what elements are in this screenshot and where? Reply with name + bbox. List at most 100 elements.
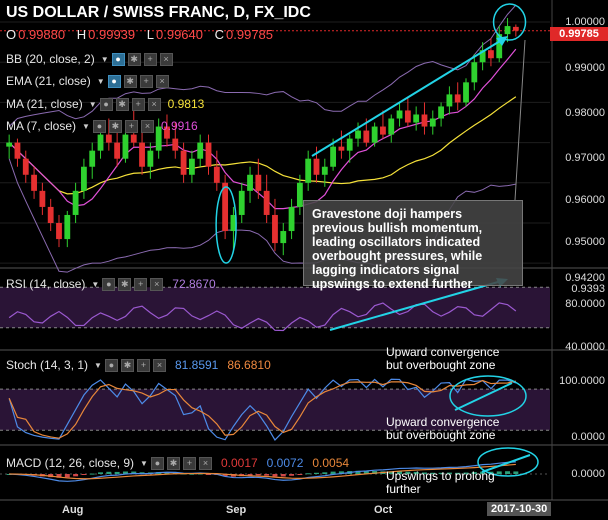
close-icon[interactable]: ×	[147, 97, 161, 111]
candle-body	[471, 62, 478, 83]
indicator-ma21[interactable]: MA (21, close) ▼ ● ✱ + × 0.9813	[6, 97, 204, 111]
eye-icon[interactable]: ●	[99, 97, 113, 111]
macd-tick-label: 0.0000	[571, 468, 605, 480]
candle-body	[139, 142, 145, 167]
ma7-value: 0.9916	[160, 119, 198, 133]
candle-body	[388, 118, 395, 135]
candle-body	[130, 134, 137, 143]
gear-icon[interactable]: ✱	[120, 358, 134, 372]
rsi-annotation: Upward convergence but overbought zone	[386, 345, 500, 372]
candle-body	[89, 150, 96, 167]
add-icon[interactable]: +	[131, 97, 145, 111]
last-price-tag: 0.99785	[550, 27, 608, 41]
ohlc-readout: O 0.99880 H 0.99939 L 0.99640 C 0.99785	[6, 27, 281, 42]
candle-body	[421, 114, 428, 127]
chevron-down-icon[interactable]: ▼	[140, 459, 148, 468]
macd-histogram-bar	[513, 471, 519, 474]
chevron-down-icon[interactable]: ▼	[89, 100, 97, 109]
macd-histogram-bar	[73, 474, 79, 477]
eye-icon[interactable]: ●	[107, 74, 121, 88]
candle-body	[188, 158, 195, 175]
candle-body	[321, 166, 328, 175]
stoch-label: Stoch (14, 3, 1)	[6, 358, 89, 372]
macd-histogram-bar	[89, 473, 95, 475]
candle-body	[147, 150, 154, 167]
low-value: 0.99640	[156, 27, 203, 42]
rsi-value: 72.8670	[172, 277, 216, 291]
macd-histogram-bar	[272, 474, 278, 477]
macd-histogram-bar	[255, 474, 261, 476]
macd-histogram-bar	[322, 472, 328, 474]
close-icon[interactable]: ×	[152, 358, 166, 372]
eye-icon[interactable]: ●	[150, 456, 164, 470]
gear-icon[interactable]: ✱	[127, 52, 141, 66]
chevron-down-icon[interactable]: ▼	[82, 122, 90, 131]
macd-histogram-bar	[280, 474, 286, 477]
eye-icon[interactable]: ●	[104, 358, 118, 372]
macd-histogram-bar	[297, 474, 303, 475]
candle-body	[122, 134, 129, 159]
gear-icon[interactable]: ✱	[166, 456, 180, 470]
indicator-ma7[interactable]: MA (7, close) ▼ ● ✱ + × 0.9916	[6, 119, 198, 133]
gear-icon[interactable]: ✱	[123, 74, 137, 88]
add-icon[interactable]: +	[182, 456, 196, 470]
candle-body	[72, 190, 79, 215]
gear-icon[interactable]: ✱	[115, 97, 129, 111]
add-icon[interactable]: +	[139, 74, 153, 88]
candle-body	[454, 94, 461, 103]
gear-icon[interactable]: ✱	[108, 119, 122, 133]
indicator-ema[interactable]: EMA (21, close) ▼ ● ✱ + ×	[6, 74, 169, 88]
indicator-stoch[interactable]: Stoch (14, 3, 1) ▼ ● ✱ + × 81.8591 86.6810	[6, 358, 271, 372]
indicator-macd[interactable]: MACD (12, 26, close, 9) ▼ ● ✱ + × 0.0017 0.0…	[6, 456, 349, 470]
candle-body	[404, 110, 411, 123]
chevron-down-icon[interactable]: ▼	[101, 55, 109, 64]
macd-histogram-bar	[314, 472, 319, 474]
eye-icon[interactable]: ●	[92, 119, 106, 133]
chevron-down-icon[interactable]: ▼	[94, 361, 102, 370]
candle-body	[280, 231, 287, 244]
chevron-down-icon[interactable]: ▼	[91, 280, 99, 289]
macd-histogram-bar	[81, 474, 87, 475]
eye-icon[interactable]: ●	[111, 52, 125, 66]
candle-body	[114, 142, 121, 159]
close-icon[interactable]: ×	[198, 456, 212, 470]
chart-title: US DOLLAR / SWISS FRANC, D, FX_IDC	[6, 4, 311, 21]
add-icon[interactable]: +	[143, 52, 157, 66]
add-icon[interactable]: +	[136, 358, 150, 372]
close-value: 0.99785	[226, 27, 274, 42]
indicator-rsi[interactable]: RSI (14, close) ▼ ● ✱ + × 72.8670	[6, 277, 216, 291]
macd-annotation: Upswings to prolong further	[386, 469, 495, 496]
high-key: H	[76, 27, 87, 42]
close-icon[interactable]: ×	[150, 277, 164, 291]
indicator-bb[interactable]: BB (20, close, 2) ▼ ● ✱ + ×	[6, 52, 173, 66]
add-icon[interactable]: +	[134, 277, 148, 291]
candle-body	[346, 138, 353, 151]
close-key: C	[214, 27, 225, 42]
chevron-down-icon[interactable]: ▼	[97, 77, 105, 86]
eye-icon[interactable]: ●	[102, 277, 116, 291]
candle-body	[197, 142, 204, 159]
candle-body	[81, 166, 87, 191]
candle-body	[396, 110, 403, 119]
candle-body	[438, 106, 444, 119]
high-value: 0.99939	[88, 27, 136, 42]
annotation-pointer	[514, 39, 526, 201]
candle-body	[512, 26, 519, 31]
macd-histogram-bar	[305, 473, 311, 475]
gear-icon[interactable]: ✱	[118, 277, 132, 291]
candle-body	[446, 94, 453, 107]
macd-label: MACD (12, 26, close, 9)	[6, 456, 135, 470]
candle-body	[64, 214, 71, 240]
macd-histogram-bar	[289, 474, 295, 476]
stoch-tick-label: 100.0000	[559, 375, 605, 387]
candle-body	[488, 50, 494, 59]
macd-histogram-bar	[505, 471, 511, 474]
candle-body	[238, 190, 245, 215]
close-icon[interactable]: ×	[140, 119, 154, 133]
close-icon[interactable]: ×	[159, 52, 173, 66]
macd-value-1: 0.0017	[220, 456, 258, 470]
candle-body	[22, 158, 29, 175]
close-icon[interactable]: ×	[155, 74, 169, 88]
candle-body	[47, 206, 54, 223]
add-icon[interactable]: +	[124, 119, 138, 133]
